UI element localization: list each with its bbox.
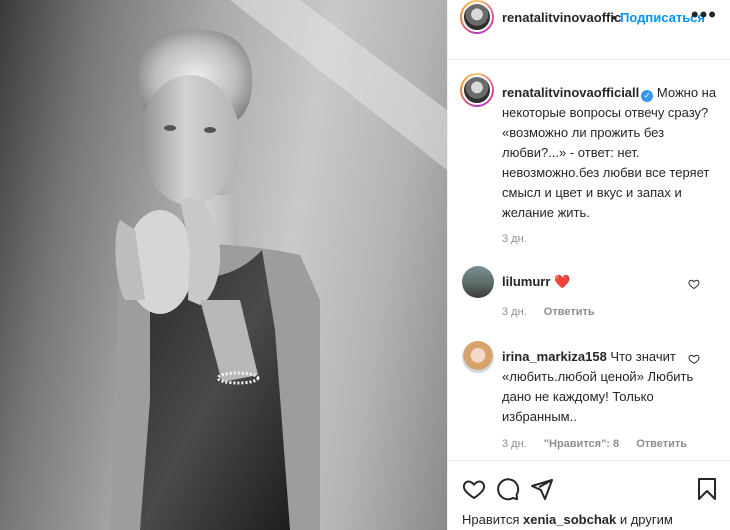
comment-time[interactable]: 3 дн.: [502, 306, 527, 318]
reply-button[interactable]: Ответить: [636, 438, 687, 450]
comment-item: lilumurr ❤️ 3 дн. Ответить: [460, 266, 722, 326]
comment-body: lilumurr ❤️: [502, 272, 570, 292]
comment-icon[interactable]: [496, 477, 520, 501]
likes-suffix[interactable]: и другим: [620, 512, 673, 527]
caption-avatar[interactable]: [460, 73, 494, 107]
likes-prefix: Нравится: [462, 512, 520, 527]
caption-time[interactable]: 3 дн.: [502, 233, 527, 245]
comment-meta: 3 дн. "Нравится": 8 Ответить: [502, 438, 701, 450]
like-comment-icon[interactable]: [688, 353, 700, 365]
reply-button[interactable]: Ответить: [544, 306, 595, 318]
caption-body: renatalitvinovaofficiall ✓ Можно на некот…: [502, 83, 722, 223]
like-comment-icon[interactable]: [688, 278, 700, 290]
comment-username[interactable]: irina_markiza158: [502, 349, 607, 364]
comment-time[interactable]: 3 дн.: [502, 438, 527, 450]
share-icon[interactable]: [530, 477, 554, 501]
post-photo[interactable]: [0, 0, 447, 530]
comments-list[interactable]: renatalitvinovaofficiall ✓ Можно на некот…: [448, 61, 730, 460]
comment-likes[interactable]: "Нравится": 8: [544, 438, 619, 450]
commenter-avatar[interactable]: [462, 341, 494, 373]
more-options-icon[interactable]: •••: [691, 2, 717, 28]
bookmark-icon[interactable]: [695, 477, 719, 501]
caption-username[interactable]: renatalitvinovaofficiall: [502, 85, 639, 100]
post-actions: Нравится xenia_sobchak и другим: [448, 460, 730, 530]
post-sidebar: renatalitvinovaoffic • Подписаться ••• r…: [447, 0, 730, 530]
likes-user[interactable]: xenia_sobchak: [523, 512, 616, 527]
caption-text: Можно на некоторые вопросы отвечу сразу?…: [502, 85, 717, 220]
heart-icon[interactable]: [462, 477, 486, 501]
comment-meta: 3 дн. Ответить: [502, 306, 609, 318]
header-separator: •: [612, 10, 617, 25]
likes-summary: Нравится xenia_sobchak и другим: [462, 512, 673, 527]
post-header: renatalitvinovaoffic • Подписаться •••: [448, 0, 730, 60]
caption-meta: 3 дн.: [502, 233, 541, 245]
post-photo-illustration: [110, 0, 447, 530]
comment-body: irina_markiza158 Что значит «любить.любо…: [502, 347, 702, 427]
author-username[interactable]: renatalitvinovaoffic: [502, 10, 621, 25]
author-avatar[interactable]: [460, 0, 494, 34]
comment-item: irina_markiza158 Что значит «любить.любо…: [460, 341, 722, 456]
heart-emoji: ❤️: [554, 274, 571, 289]
commenter-avatar[interactable]: [462, 266, 494, 298]
verified-badge-icon: ✓: [641, 90, 654, 102]
comment-username[interactable]: lilumurr: [502, 274, 550, 289]
